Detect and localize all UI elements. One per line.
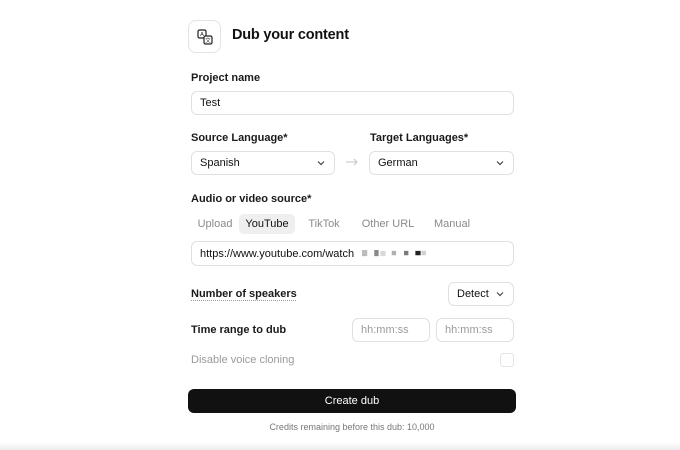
page-title: Dub your content <box>232 27 349 43</box>
credits-remaining-text: Credits remaining before this dub: 10,00… <box>0 422 680 432</box>
redacted-url-blocks <box>357 250 437 257</box>
translate-icon: A 文 <box>196 28 214 46</box>
project-name-input[interactable]: Test <box>191 91 514 115</box>
chevron-down-icon <box>316 158 326 168</box>
target-languages-label: Target Languages* <box>370 132 468 144</box>
speakers-value: Detect <box>457 288 489 300</box>
time-range-label: Time range to dub <box>191 324 286 336</box>
create-dub-button[interactable]: Create dub <box>188 389 516 413</box>
chevron-down-icon <box>495 158 505 168</box>
tab-upload[interactable]: Upload <box>191 214 239 234</box>
time-end-placeholder: hh:mm:ss <box>445 324 493 336</box>
target-language-value: German <box>378 157 418 169</box>
project-name-value: Test <box>200 97 220 109</box>
svg-text:文: 文 <box>205 36 211 44</box>
voice-cloning-checkbox[interactable] <box>500 353 514 367</box>
source-language-select[interactable]: Spanish <box>191 151 335 175</box>
source-tabs: Upload YouTube TikTok Other URL Manual <box>191 214 481 234</box>
target-languages-select[interactable]: German <box>369 151 514 175</box>
voice-cloning-label: Disable voice cloning <box>191 354 294 366</box>
svg-text:A: A <box>200 32 204 38</box>
chevron-down-icon <box>495 289 505 299</box>
source-label: Audio or video source* <box>191 193 311 205</box>
video-url-value: https://www.youtube.com/watch <box>200 248 354 260</box>
bottom-fade <box>0 442 680 450</box>
tab-tiktok[interactable]: TikTok <box>295 214 353 234</box>
time-end-input[interactable]: hh:mm:ss <box>436 318 514 342</box>
source-language-label: Source Language* <box>191 132 288 144</box>
speakers-select[interactable]: Detect <box>448 282 514 306</box>
source-language-value: Spanish <box>200 157 240 169</box>
logo-box: A 文 <box>188 20 221 53</box>
dub-form-page: A 文 Dub your content Project name Test S… <box>0 0 680 450</box>
tab-other-url[interactable]: Other URL <box>353 214 423 234</box>
speakers-label: Number of speakers <box>191 288 297 300</box>
tab-manual[interactable]: Manual <box>423 214 481 234</box>
arrow-right-icon <box>345 157 359 167</box>
video-url-input[interactable]: https://www.youtube.com/watch <box>191 241 514 266</box>
project-name-label: Project name <box>191 72 260 84</box>
time-start-placeholder: hh:mm:ss <box>361 324 409 336</box>
time-start-input[interactable]: hh:mm:ss <box>352 318 430 342</box>
tab-youtube[interactable]: YouTube <box>239 214 295 234</box>
